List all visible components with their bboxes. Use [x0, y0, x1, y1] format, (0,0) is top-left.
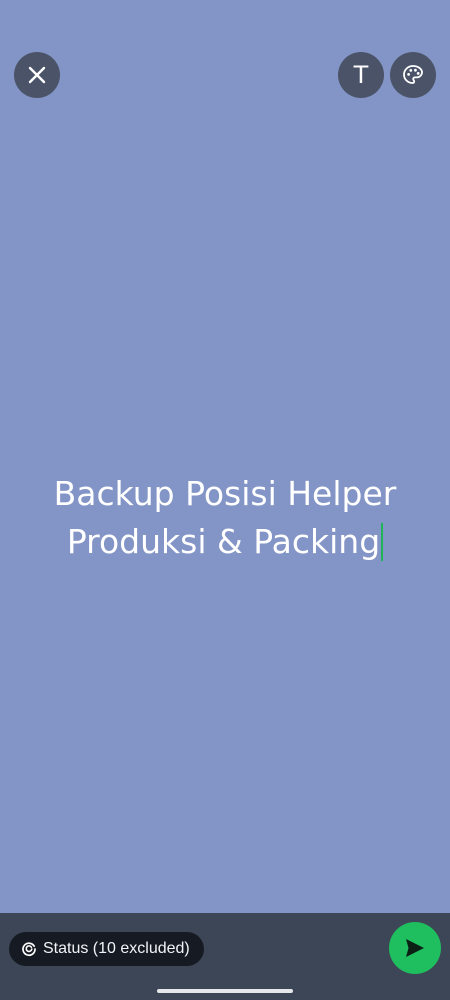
send-icon [406, 939, 424, 957]
background-color-button[interactable] [390, 52, 436, 98]
palette-icon [403, 65, 423, 84]
close-icon [28, 66, 46, 84]
status-audience-chip[interactable]: Status (10 excluded) [9, 932, 204, 966]
home-indicator[interactable] [157, 989, 293, 993]
status-ring-icon [21, 941, 37, 957]
text-style-button[interactable]: T [338, 52, 384, 98]
status-text-input[interactable]: Backup Posisi Helper Produksi & Packing [0, 470, 450, 566]
send-button[interactable] [389, 922, 441, 974]
status-text-line-2: Produksi & Packing [66, 522, 381, 561]
text-caret [381, 523, 384, 561]
audience-label: Status (10 excluded) [43, 940, 190, 957]
text-style-label: T [353, 61, 369, 89]
close-button[interactable] [14, 52, 60, 98]
status-text-canvas[interactable] [0, 0, 450, 913]
status-text-line-2-wrap: Produksi & Packing [0, 518, 450, 566]
status-text-line-1: Backup Posisi Helper [53, 474, 397, 513]
